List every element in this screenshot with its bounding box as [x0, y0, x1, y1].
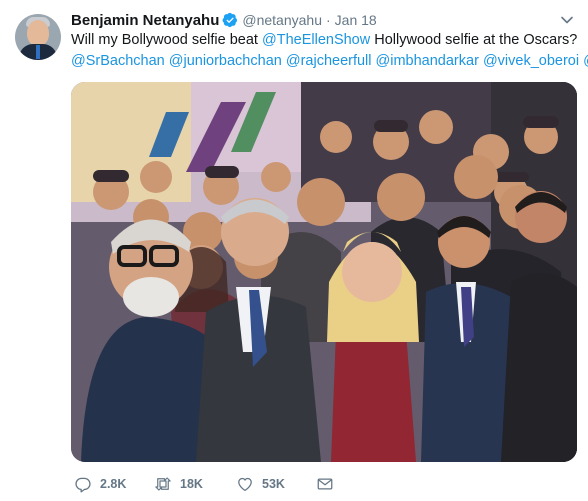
mention-link[interactable]: @TheEllenShow: [262, 32, 370, 48]
reply-count: 2.8K: [100, 477, 127, 491]
tweet-text-line-2: @SrBachchan @juniorbachchan @rajcheerful…: [71, 51, 588, 72]
retweet-button[interactable]: 18K: [154, 475, 236, 493]
mention-link[interactable]: @vivek_oberoi: [483, 53, 579, 69]
tweet-text-fragment: Will my Bollywood selfie beat: [71, 32, 262, 48]
author-name[interactable]: Benjamin Netanyahu: [71, 12, 219, 29]
retweet-icon: [155, 477, 171, 491]
mention-link[interactable]: @juniorbachchan: [169, 53, 282, 69]
retweet-count: 18K: [180, 477, 203, 491]
reply-icon: [75, 477, 91, 493]
tweet-text: Will my Bollywood selfie beat @TheEllenS…: [71, 30, 588, 72]
tweet-actions: 2.8K 18K 53K: [74, 474, 334, 494]
tweet-text-line-1: Will my Bollywood selfie beat @TheEllenS…: [71, 30, 581, 51]
direct-message-button[interactable]: [316, 475, 334, 493]
author-handle[interactable]: @netanyahu: [242, 12, 322, 28]
tweet-card[interactable]: Benjamin Netanyahu @netanyahu · Jan 18 W…: [0, 0, 588, 501]
mention-link[interactable]: @imbhandarkar: [376, 53, 479, 69]
tweet-photo[interactable]: [71, 82, 577, 462]
reply-button[interactable]: 2.8K: [74, 475, 154, 493]
tweet-text-fragment: Hollywood selfie at the Oscars?: [370, 32, 578, 48]
avatar[interactable]: [15, 14, 61, 60]
mention-link[interactable]: @: [583, 53, 588, 69]
verified-badge-icon: [222, 12, 238, 28]
like-button[interactable]: 53K: [236, 475, 316, 493]
tweet-header: Benjamin Netanyahu @netanyahu · Jan 18: [71, 10, 377, 30]
mention-link[interactable]: @SrBachchan: [71, 53, 165, 69]
like-count: 53K: [262, 477, 285, 491]
direct-message-icon: [317, 478, 333, 490]
selfie-photo-illustration: [71, 82, 577, 462]
chevron-down-icon[interactable]: [560, 13, 574, 27]
tweet-timestamp[interactable]: Jan 18: [335, 12, 377, 28]
mention-link[interactable]: @rajcheerfull: [286, 53, 372, 69]
separator-dot: ·: [325, 12, 331, 28]
heart-icon: [238, 477, 252, 492]
